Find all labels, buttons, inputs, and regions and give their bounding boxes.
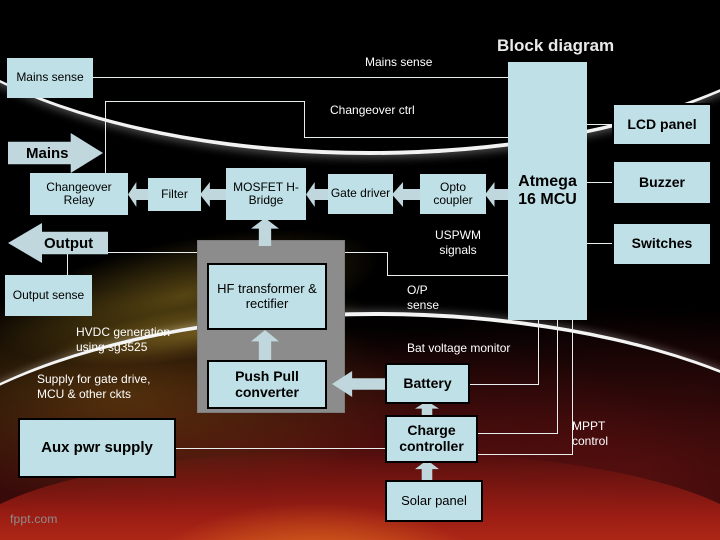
block-lcd-panel[interactable]: LCD panel (612, 103, 712, 146)
label-bat-voltage-monitor: Bat voltage monitor (407, 341, 511, 355)
page-title: Block diagram (497, 36, 615, 55)
wire-mppt-horiz-a (478, 433, 558, 434)
wire-mcu-buzzer (587, 182, 612, 183)
block-hf-transformer-rectifier[interactable]: HF transformer & rectifier (207, 263, 327, 330)
mains-input-arrow-label: Mains (26, 144, 69, 162)
label-mains-sense-wire: Mains sense (365, 55, 433, 69)
watermark-fppt: fppt.com (10, 512, 58, 526)
wire-bat-monitor-vert (538, 320, 539, 384)
block-gate-driver[interactable]: Gate driver (328, 174, 393, 214)
block-filter[interactable]: Filter (148, 178, 201, 211)
block-push-pull-converter[interactable]: Push Pull converter (207, 360, 327, 409)
wire-aux-to-charge-controller (175, 448, 386, 449)
block-battery[interactable]: Battery (385, 363, 470, 404)
wire-op-sense-horiz-lower (387, 275, 508, 276)
block-charge-controller[interactable]: Charge controller (385, 415, 478, 463)
block-solar-panel[interactable]: Solar panel (385, 480, 483, 522)
slide-canvas: Block diagram Mains Output Mains sense C… (0, 0, 720, 540)
block-switches[interactable]: Switches (612, 222, 712, 266)
block-mains-sense[interactable]: Mains sense (7, 58, 93, 98)
wire-op-sense-step (387, 252, 388, 275)
wire-mcu-switches (587, 243, 612, 244)
wire-mcu-lcd (587, 124, 612, 125)
wire-op-sense-horiz-upper (345, 252, 388, 253)
block-changeover-relay[interactable]: Changeover Relay (30, 173, 128, 215)
block-buzzer[interactable]: Buzzer (612, 160, 712, 205)
label-changeover-ctrl: Changeover ctrl (330, 103, 415, 117)
wire-mppt-vert-a (557, 320, 558, 433)
label-mppt-control: MPPT control (572, 419, 609, 448)
label-uspwm-signals: USPWM signals (435, 228, 481, 257)
label-op-sense: O/P sense (407, 283, 440, 312)
wire-changeover-ctrl-step (304, 101, 305, 137)
block-aux-pwr-supply[interactable]: Aux pwr supply (18, 418, 176, 478)
wire-changeover-ctrl-horiz-lower (304, 137, 508, 138)
output-arrow-label: Output (44, 234, 94, 252)
block-output-sense[interactable]: Output sense (5, 275, 92, 316)
block-opto-coupler[interactable]: Opto coupler (420, 174, 486, 214)
wire-bat-monitor-horiz (470, 384, 539, 385)
wire-mains-sense (92, 77, 508, 78)
wire-mppt-horiz-b (478, 454, 573, 455)
block-mosfet-h-bridge[interactable]: MOSFET H-Bridge (226, 168, 306, 220)
label-supply-for-gate-drive: Supply for gate drive, MCU & other ckts (37, 372, 151, 401)
wire-changeover-ctrl-horiz-upper (105, 101, 305, 102)
label-hvdc-generation: HVDC generation using sg3525 (76, 325, 171, 354)
block-atmega-mcu[interactable]: Atmega 16 MCU (508, 62, 587, 320)
